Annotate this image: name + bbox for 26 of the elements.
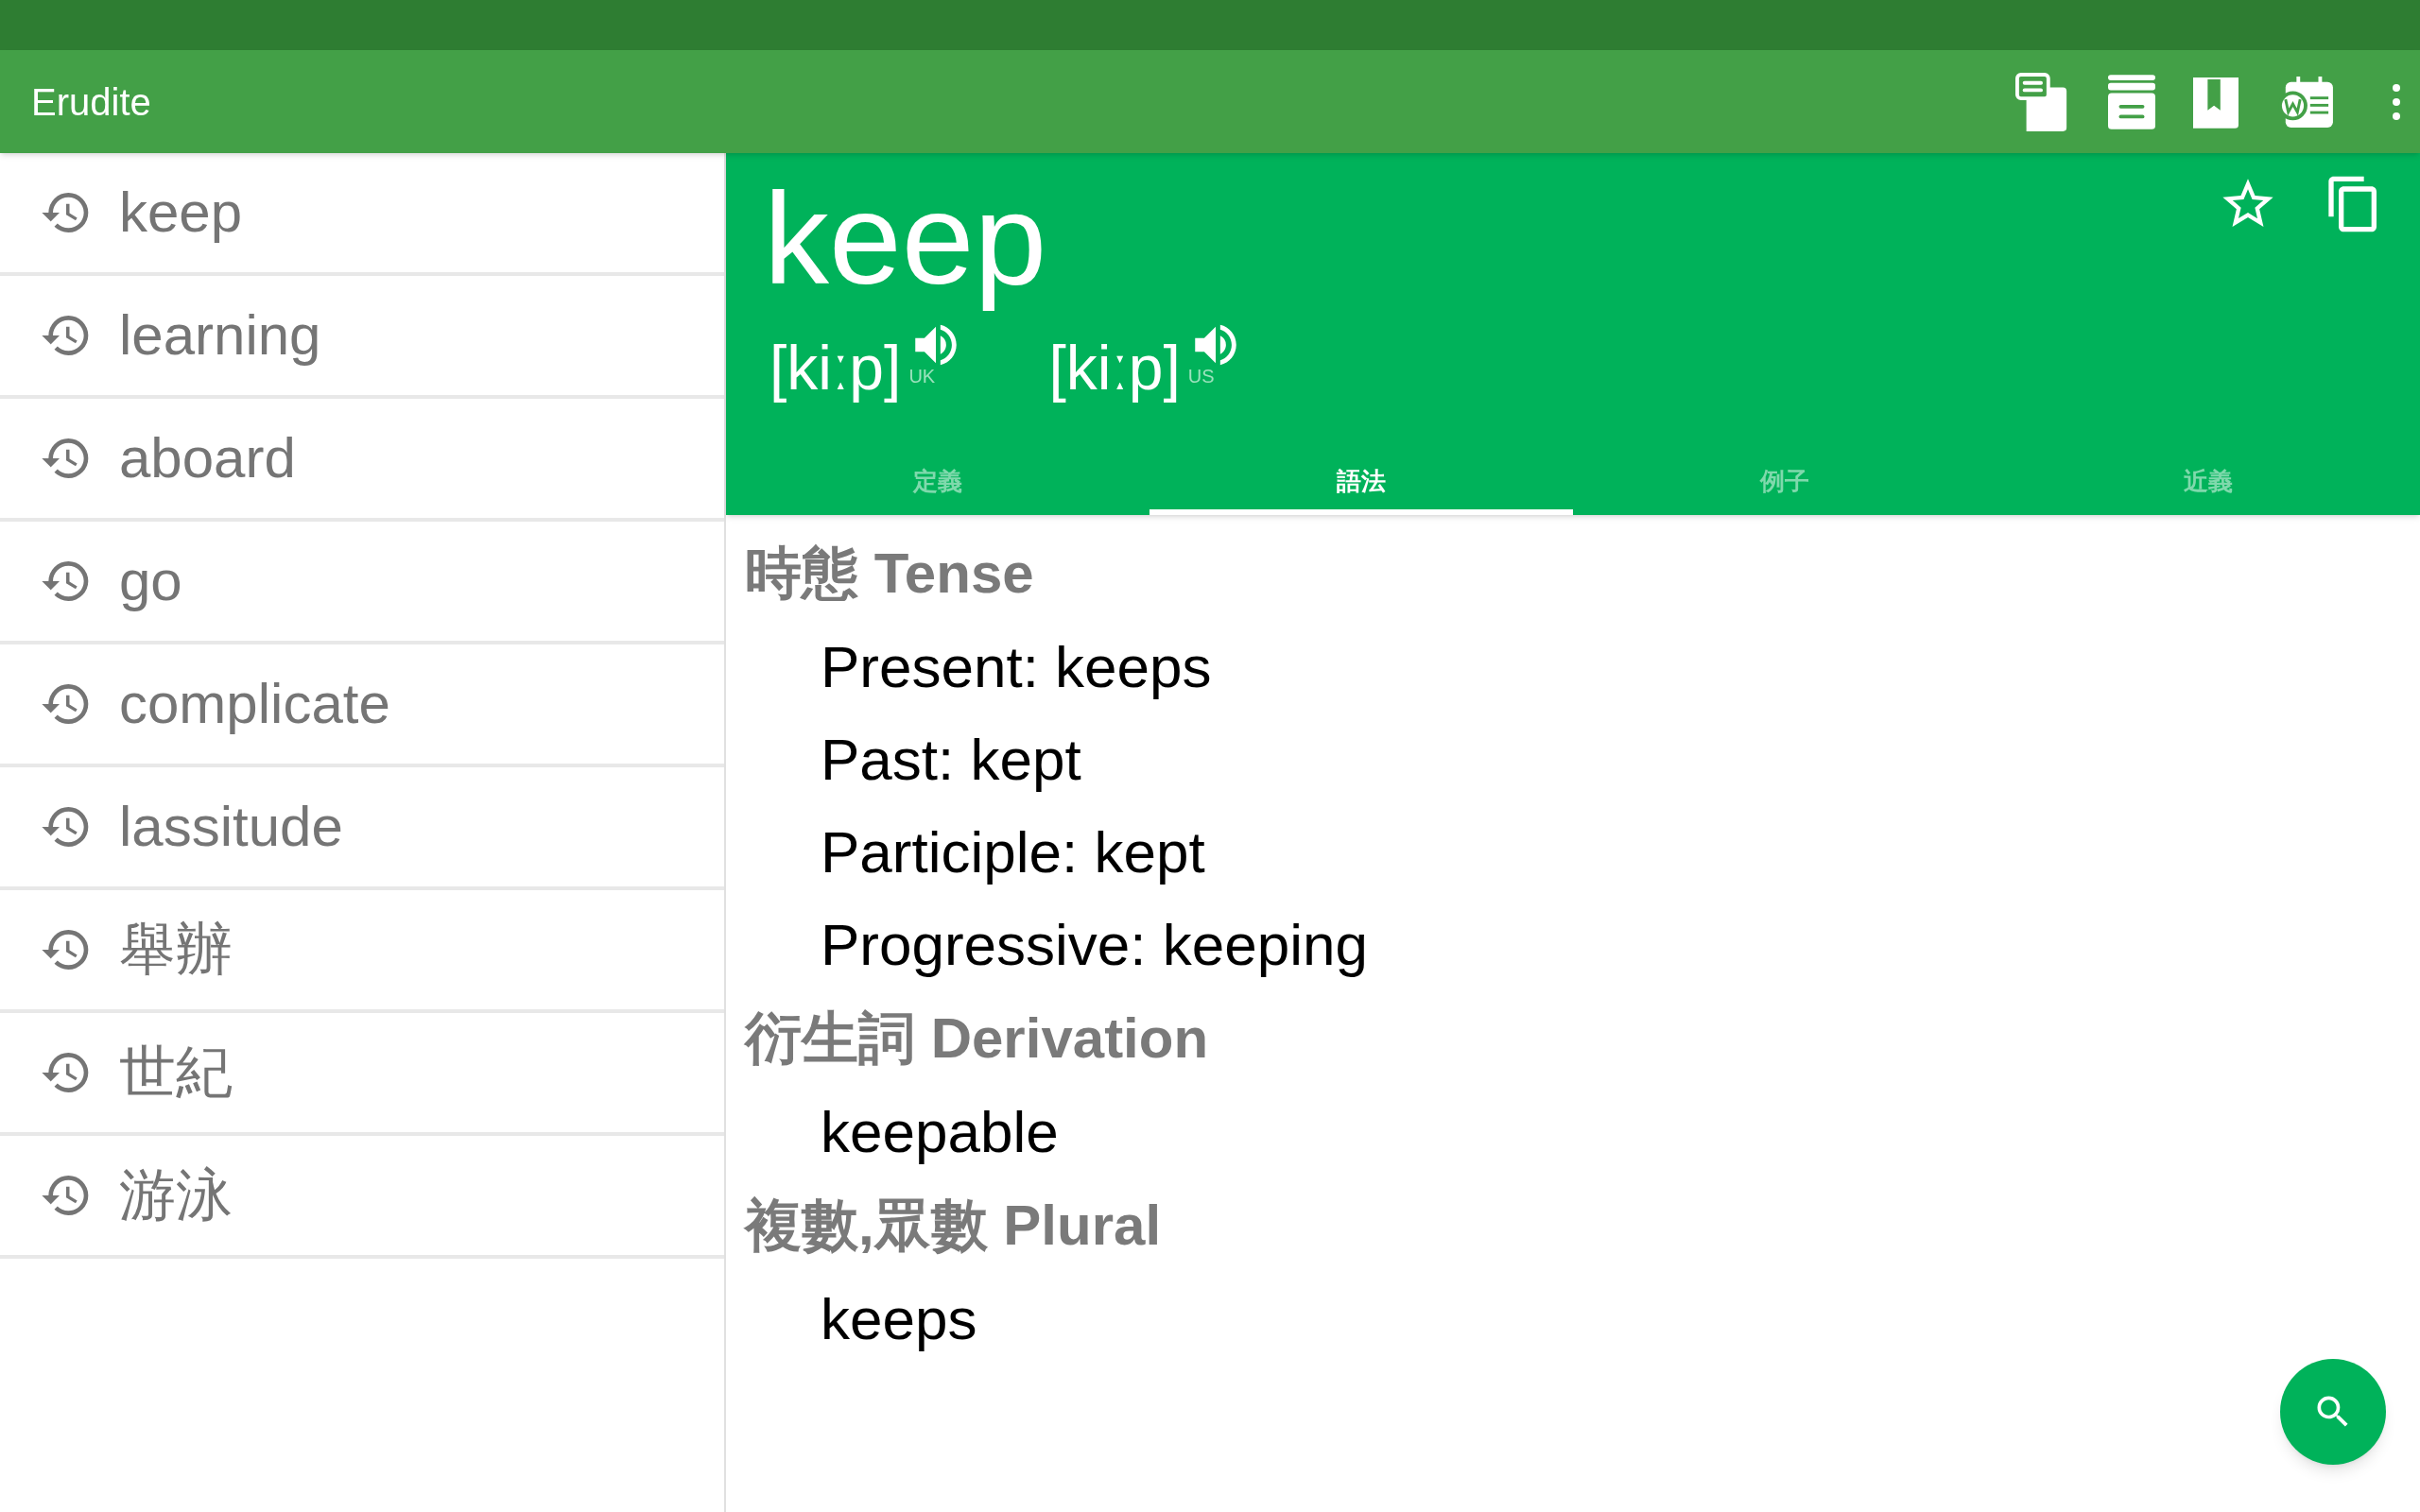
history-item[interactable]: complicate	[0, 644, 724, 767]
grammar-item: Participle: kept	[820, 818, 1206, 886]
region-label: UK	[908, 366, 936, 386]
entry-word: keep	[764, 164, 1047, 313]
grammar-item: keepable	[820, 1098, 1060, 1166]
history-item[interactable]: keep	[0, 153, 724, 276]
grammar-item: Present: keeps	[820, 633, 1213, 701]
app-title: Erudite	[31, 79, 151, 125]
tab[interactable]: 語法	[1150, 453, 1573, 515]
history-item[interactable]: 舉辦	[0, 890, 724, 1013]
history-item[interactable]: learning	[0, 276, 724, 399]
grammar-item: keeps	[820, 1285, 978, 1353]
bookmark-book-icon[interactable]	[2193, 75, 2238, 129]
region-label: US	[1187, 366, 1215, 386]
section-heading: 複數,眾數 Plural	[745, 1193, 1163, 1259]
history-item[interactable]: 游泳	[0, 1136, 724, 1259]
history-item[interactable]: aboard	[0, 399, 724, 522]
stacked-cards-icon[interactable]	[2108, 74, 2155, 129]
history-item[interactable]: go	[0, 522, 724, 644]
section-heading: 時態 Tense	[745, 541, 1035, 607]
section-heading: 衍生詞 Derivation	[745, 1005, 1210, 1072]
more-options-icon[interactable]	[2392, 82, 2401, 121]
grammar-item: Past: kept	[820, 726, 1082, 794]
history-item[interactable]: 世紀	[0, 1013, 724, 1136]
history-item[interactable]: lassitude	[0, 767, 724, 890]
grammar-item: Progressive: keeping	[820, 911, 1369, 979]
